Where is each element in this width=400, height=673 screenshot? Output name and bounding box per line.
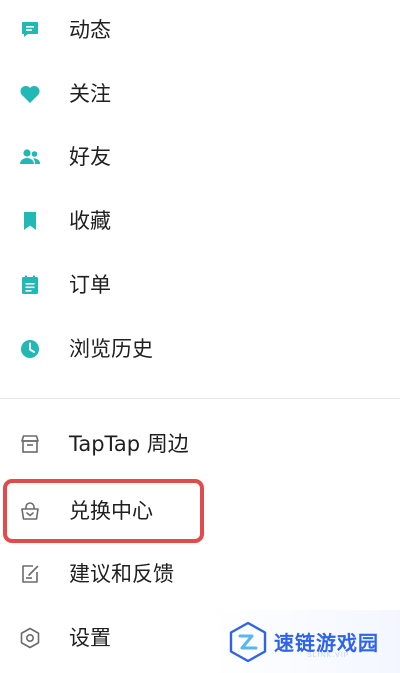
menu-item-orders[interactable]: 订单 (0, 255, 400, 315)
menu-item-friends[interactable]: 好友 (0, 127, 400, 187)
menu-item-feedback[interactable]: 建议和反馈 (0, 544, 400, 604)
watermark-subtext: SLINK.VIP (307, 652, 350, 659)
feedback-icon (18, 562, 42, 586)
menu-item-taptap-merch[interactable]: TapTap 周边 (0, 414, 400, 474)
menu-item-label: 建议和反馈 (69, 561, 174, 586)
comment-icon (18, 18, 42, 42)
menu-item-label: 好友 (69, 144, 111, 169)
heart-icon (18, 82, 42, 106)
menu-divider (0, 398, 400, 399)
menu-item-label: 动态 (69, 17, 111, 42)
menu-item-dynamics[interactable]: 动态 (0, 0, 400, 60)
menu-item-label: 兑换中心 (69, 498, 153, 523)
watermark-logo-icon (229, 621, 267, 663)
menu-item-following[interactable]: 关注 (0, 64, 400, 124)
merch-store-icon (18, 432, 42, 456)
friends-icon (18, 145, 42, 169)
bookmark-icon (18, 209, 42, 233)
menu-item-label: TapTap 周边 (69, 431, 189, 456)
menu-item-label: 订单 (69, 272, 111, 297)
clock-icon (18, 337, 42, 361)
menu-item-label: 关注 (69, 81, 111, 106)
menu-item-label: 浏览历史 (69, 336, 153, 361)
gear-icon (18, 626, 42, 650)
menu-item-label: 收藏 (69, 208, 111, 233)
menu-item-history[interactable]: 浏览历史 (0, 319, 400, 379)
redeem-bag-icon (18, 499, 42, 523)
menu-item-redeem-center[interactable]: 兑换中心 (0, 481, 400, 541)
watermark: 速链游戏园 SLINK.VIP (210, 610, 400, 673)
menu-item-favorites[interactable]: 收藏 (0, 191, 400, 251)
order-icon (18, 273, 42, 297)
side-menu: 动态 关注 好友 收藏 订单 浏览历史 TapTap 周边 兑换中心 建议和反馈… (0, 0, 400, 673)
menu-item-label: 设置 (69, 625, 111, 650)
